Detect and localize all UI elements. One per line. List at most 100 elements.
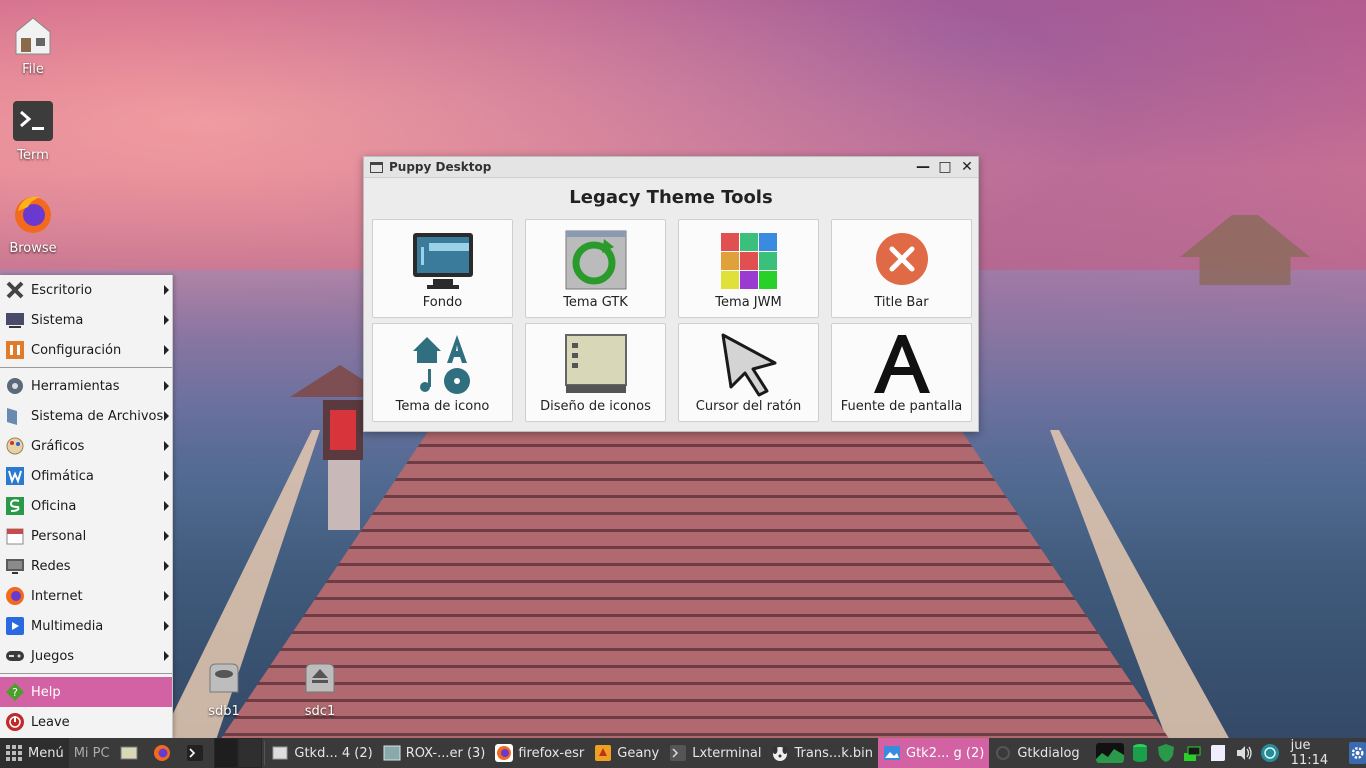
- firewall-shield-icon[interactable]: [1156, 743, 1176, 763]
- task-trans[interactable]: Trans...k.bin: [766, 738, 878, 768]
- rox-icon: [383, 745, 401, 761]
- icon-layout-icon: [564, 334, 627, 393]
- task-gtk2dialog-active[interactable]: Gtk2... g (2): [878, 738, 990, 768]
- tool-fondo-button[interactable]: Fondo: [372, 219, 513, 318]
- system-icon: [6, 313, 24, 328]
- task-label: ROX-...er (3): [405, 745, 486, 761]
- menu-item-personal[interactable]: Personal: [0, 521, 172, 551]
- tool-tema-jwm-button[interactable]: Tema JWM: [678, 219, 819, 318]
- tools-grid: Fondo Tema GTK Tema JWM Title Bar Tema d…: [364, 219, 978, 422]
- desktop-icon-label: File: [22, 62, 44, 77]
- hard-drive-icon: [209, 663, 239, 693]
- submenu-arrow-icon: [164, 381, 169, 391]
- task-gtkdialog[interactable]: Gtkdialog: [989, 738, 1084, 768]
- quicklaunch-firefox[interactable]: [148, 738, 181, 768]
- quicklaunch-terminal[interactable]: [181, 738, 214, 768]
- games-icon: [6, 651, 24, 661]
- firefox-icon: [153, 745, 170, 761]
- menu-item-escritorio[interactable]: Escritorio: [0, 275, 172, 305]
- mypc-button[interactable]: Mi PC: [69, 738, 115, 768]
- menu-item-leave[interactable]: Leave: [0, 707, 172, 737]
- minimize-button[interactable]: —: [912, 159, 934, 175]
- mypc-label: Mi PC: [73, 745, 110, 761]
- puppy-desktop-window: Puppy Desktop — □ ✕ Legacy Theme Tools F…: [363, 156, 979, 432]
- workspace-pager[interactable]: [213, 738, 262, 768]
- storage-icon[interactable]: [1130, 743, 1150, 763]
- menu-item-label: Internet: [31, 588, 83, 604]
- desktop-icon-term[interactable]: Term: [0, 100, 68, 163]
- tools-icon: [7, 378, 23, 394]
- system-tray: [1093, 738, 1283, 768]
- tool-tema-de-icono-button[interactable]: Tema de icono: [372, 323, 513, 422]
- desktop-icon-label: Term: [17, 148, 49, 163]
- submenu-arrow-icon: [164, 285, 169, 295]
- help-icon: ?: [6, 683, 24, 701]
- desktop-icon-browse[interactable]: Browse: [0, 193, 68, 256]
- menu-item-ofimatica[interactable]: Ofimática: [0, 461, 172, 491]
- task-label: firefox-esr: [518, 745, 585, 761]
- submenu-arrow-icon: [164, 411, 169, 421]
- tool-title-bar-button[interactable]: Title Bar: [831, 219, 972, 318]
- clock[interactable]: jue 11:14: [1291, 738, 1339, 768]
- task-lxterminal[interactable]: Lxterminal: [664, 738, 766, 768]
- workspace-2[interactable]: [237, 738, 262, 768]
- screen-font-icon: [873, 335, 930, 393]
- taskbar-separator: [263, 741, 265, 765]
- tool-cursor-del-raton-button[interactable]: Cursor del ratón: [678, 323, 819, 422]
- task-label: Gtkd... 4 (2): [294, 745, 373, 761]
- submenu-arrow-icon: [164, 531, 169, 541]
- menu-item-oficina[interactable]: Oficina: [0, 491, 172, 521]
- close-button[interactable]: ✕: [956, 159, 978, 175]
- menu-item-configuracion[interactable]: Configuración: [0, 335, 172, 365]
- task-geany[interactable]: Geany: [589, 738, 664, 768]
- settings-gear-icon[interactable]: [1348, 742, 1366, 764]
- task-gtkdialog-4[interactable]: Gtkd... 4 (2): [266, 738, 377, 768]
- update-globe-icon[interactable]: [1260, 743, 1280, 763]
- task-firefox[interactable]: firefox-esr: [490, 738, 589, 768]
- maximize-button[interactable]: □: [934, 159, 956, 175]
- graphics-icon: [6, 437, 24, 455]
- menu-item-herramientas[interactable]: Herramientas: [0, 371, 172, 401]
- quicklaunch-desktop[interactable]: [115, 738, 148, 768]
- clipboard-icon[interactable]: [1208, 743, 1228, 763]
- menu-item-redes[interactable]: Redes: [0, 551, 172, 581]
- menu-item-help[interactable]: ? Help: [0, 677, 172, 707]
- window-heading: Legacy Theme Tools: [569, 187, 773, 208]
- menu-item-sistema[interactable]: Sistema: [0, 305, 172, 335]
- drive-label: sdb1: [208, 704, 240, 719]
- drive-sdc1[interactable]: sdc1: [290, 662, 350, 719]
- show-desktop-icon: [120, 746, 138, 760]
- cpu-monitor-icon[interactable]: [1095, 743, 1124, 763]
- window-titlebar[interactable]: Puppy Desktop — □ ✕: [364, 157, 978, 178]
- menu-item-graficos[interactable]: Gráficos: [0, 431, 172, 461]
- menu-item-sistema-de-archivos[interactable]: Sistema de Archivos: [0, 401, 172, 431]
- workspace-1[interactable]: [213, 738, 238, 768]
- desktop-icon-file[interactable]: File: [0, 14, 68, 77]
- menu-item-label: Configuración: [31, 342, 122, 358]
- menu-item-label: Personal: [31, 528, 87, 544]
- menu-item-multimedia[interactable]: Multimedia: [0, 611, 172, 641]
- tool-tema-gtk-button[interactable]: Tema GTK: [525, 219, 666, 318]
- network-icon[interactable]: [1182, 743, 1202, 763]
- eject-drive-icon: [305, 663, 335, 693]
- calendar-icon: [6, 528, 24, 545]
- menu-item-internet[interactable]: Internet: [0, 581, 172, 611]
- desktop-icon: [6, 281, 24, 299]
- drive-sdb1[interactable]: sdb1: [194, 662, 254, 719]
- volume-icon[interactable]: [1234, 743, 1254, 763]
- menu-item-juegos[interactable]: Juegos: [0, 641, 172, 671]
- menu-item-label: Escritorio: [31, 282, 93, 298]
- menu-item-label: Herramientas: [31, 378, 120, 394]
- tool-diseno-de-iconos-button[interactable]: Diseño de iconos: [525, 323, 666, 422]
- gtk-icon: [884, 746, 900, 760]
- tool-label: Tema JWM: [715, 295, 782, 310]
- firefox-icon: [495, 744, 514, 762]
- task-label: Geany: [617, 745, 660, 761]
- menu-button[interactable]: Menú: [0, 738, 69, 768]
- task-rox[interactable]: ROX-...er (3): [378, 738, 491, 768]
- submenu-arrow-icon: [164, 345, 169, 355]
- task-label: Gtkdialog: [1017, 745, 1080, 761]
- tool-fuente-de-pantalla-button[interactable]: Fuente de pantalla: [831, 323, 972, 422]
- submenu-arrow-icon: [164, 315, 169, 325]
- menu-item-label: Multimedia: [31, 618, 104, 634]
